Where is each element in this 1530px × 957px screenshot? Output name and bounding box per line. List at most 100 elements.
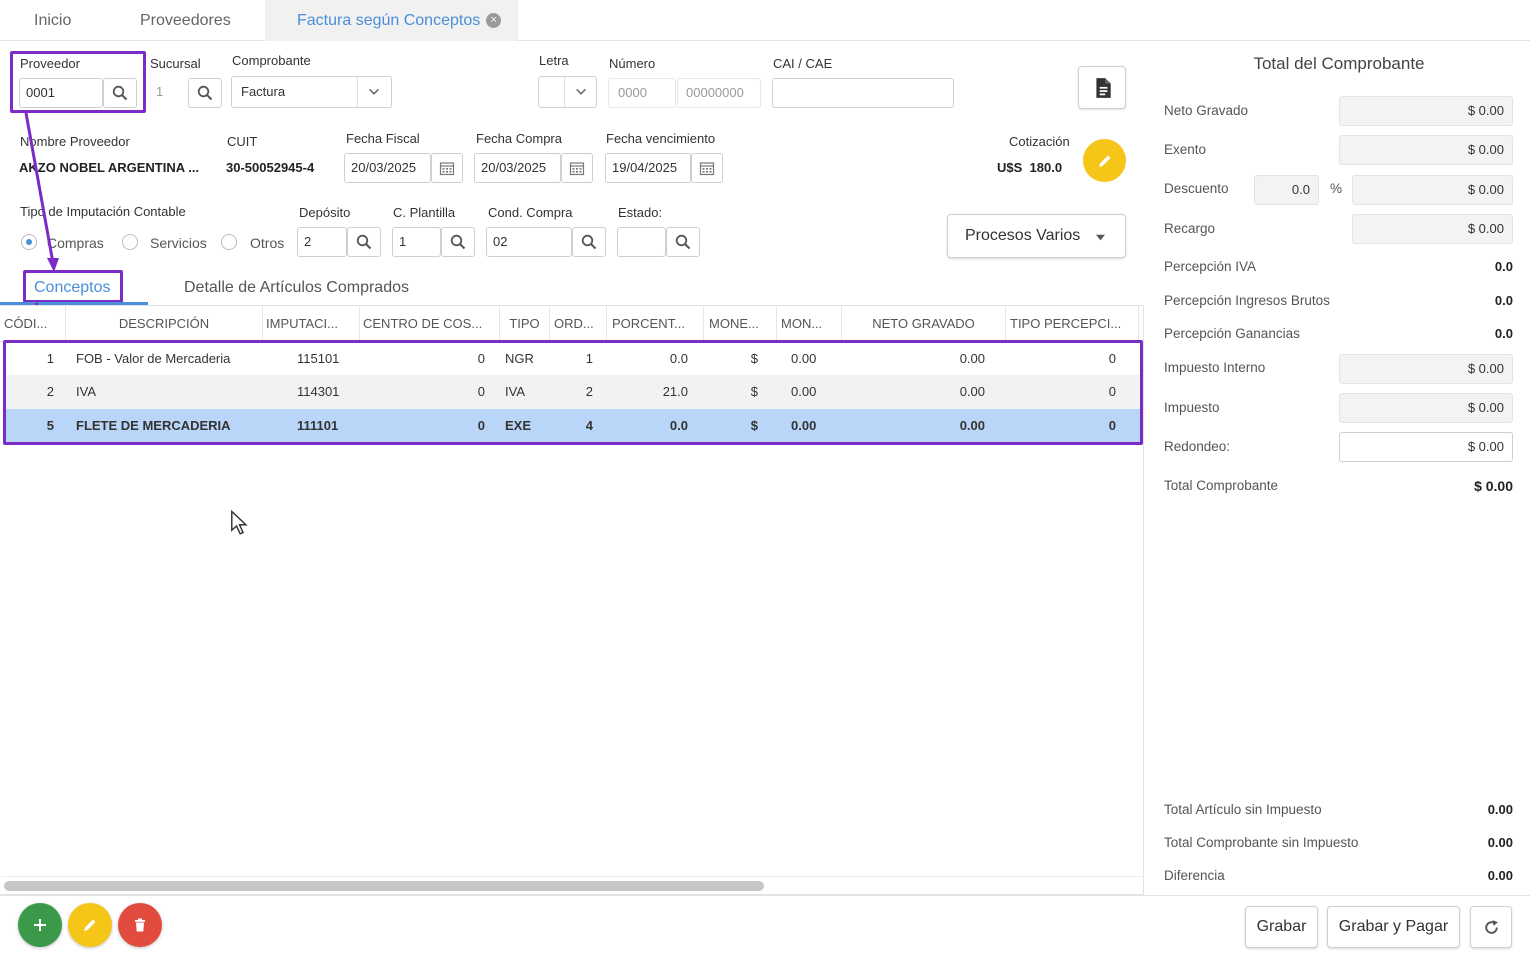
comprobante-select[interactable]: Factura xyxy=(231,76,392,108)
comprobante-label: Comprobante xyxy=(232,53,311,68)
grid-header-orden[interactable]: ORD... xyxy=(550,306,607,342)
grid-header-centro-costo[interactable]: CENTRO DE COS... xyxy=(360,306,500,342)
percepcion-iibb-label: Percepción Ingresos Brutos xyxy=(1164,293,1330,308)
grid-header-codigo[interactable]: CÓDI... xyxy=(0,306,66,342)
radio-servicios[interactable] xyxy=(122,234,138,250)
search-icon xyxy=(112,85,128,101)
tab-factura-conceptos[interactable]: Factura según Conceptos × xyxy=(265,0,518,41)
fecha-vencimiento-input[interactable]: 19/04/2025 xyxy=(605,153,691,183)
deposito-input[interactable]: 2 xyxy=(297,227,347,257)
totals-panel xyxy=(1144,41,1530,895)
numero-comprobante-input[interactable]: 00000000 xyxy=(677,78,761,108)
procesos-varios-button[interactable]: Procesos Varios xyxy=(947,214,1126,258)
plantilla-label: C. Plantilla xyxy=(393,205,456,220)
grid-horizontal-scrollbar[interactable] xyxy=(1,876,1143,894)
impuesto-field: $ 0.00 xyxy=(1339,393,1513,423)
total-comprobante-label: Total Comprobante xyxy=(1164,478,1279,493)
deposito-search-button[interactable] xyxy=(347,227,381,257)
refresh-button[interactable] xyxy=(1470,906,1512,948)
fecha-vencimiento-calendar-button[interactable] xyxy=(691,153,723,183)
sucursal-input[interactable]: 1 xyxy=(150,78,188,108)
proveedor-input[interactable]: 0001 xyxy=(19,78,103,108)
radio-otros[interactable] xyxy=(221,234,237,250)
radio-compras[interactable] xyxy=(21,234,37,250)
fecha-compra-input[interactable]: 20/03/2025 xyxy=(474,153,561,183)
total-comprobante-sin-impuesto-label: Total Comprobante sin Impuesto xyxy=(1164,835,1359,850)
grabar-y-pagar-button[interactable]: Grabar y Pagar xyxy=(1327,906,1460,948)
add-button[interactable] xyxy=(18,903,62,947)
cai-input[interactable] xyxy=(772,78,954,108)
footer-divider xyxy=(0,895,1530,896)
descuento-pct-field: 0.0 xyxy=(1254,175,1319,205)
numero-label: Número xyxy=(609,56,656,71)
impuesto-label: Impuesto xyxy=(1164,400,1220,415)
grid-header-imputacion[interactable]: IMPUTACI... xyxy=(263,306,360,342)
subtab-detalle-articulos[interactable]: Detalle de Artículos Comprados xyxy=(184,279,409,297)
edit-button[interactable] xyxy=(68,903,112,947)
diferencia-value: 0.00 xyxy=(1487,868,1513,883)
tab-inicio[interactable]: Inicio xyxy=(0,0,105,41)
percepcion-iva-label: Percepción IVA xyxy=(1164,259,1257,274)
search-icon xyxy=(581,234,597,250)
edit-cotizacion-button[interactable] xyxy=(1083,139,1126,182)
mouse-cursor-icon xyxy=(231,510,248,535)
calendar-icon xyxy=(439,162,455,176)
grid-header-monto[interactable]: MON... xyxy=(777,306,842,342)
radio-compras-label: Compras xyxy=(47,235,104,251)
fecha-fiscal-calendar-button[interactable] xyxy=(431,153,463,183)
plus-icon xyxy=(34,919,46,931)
grid-header-moneda[interactable]: MONE... xyxy=(704,306,777,342)
grid-header-tipo-percepcion[interactable]: TIPO PERCEPCI... xyxy=(1006,306,1139,342)
cond-compra-search-button[interactable] xyxy=(572,227,606,257)
descuento-label: Descuento xyxy=(1164,181,1229,196)
redondeo-input[interactable]: $ 0.00 xyxy=(1339,432,1513,462)
cond-compra-label: Cond. Compra xyxy=(488,205,573,220)
subtab-conceptos[interactable]: Conceptos xyxy=(34,279,111,297)
radio-servicios-label: Servicios xyxy=(150,235,207,251)
grid-header-descripcion[interactable]: DESCRIPCIÓN xyxy=(66,306,263,342)
estado-input[interactable] xyxy=(617,227,666,257)
cond-compra-input[interactable]: 02 xyxy=(486,227,572,257)
scrollbar-thumb[interactable] xyxy=(4,881,764,891)
fecha-fiscal-input[interactable]: 20/03/2025 xyxy=(344,153,431,183)
plantilla-search-button[interactable] xyxy=(441,227,475,257)
cuit-value: 30-50052945-4 xyxy=(226,160,315,175)
neto-gravado-field: $ 0.00 xyxy=(1339,96,1513,126)
recargo-label: Recargo xyxy=(1164,221,1216,236)
calendar-icon xyxy=(699,162,715,176)
neto-gravado-label: Neto Gravado xyxy=(1164,103,1249,118)
chevron-down-icon xyxy=(357,77,391,107)
close-tab-icon[interactable]: × xyxy=(486,13,502,29)
fecha-compra-calendar-button[interactable] xyxy=(561,153,593,183)
total-articulo-sin-impuesto-label: Total Artículo sin Impuesto xyxy=(1164,802,1322,817)
totals-title: Total del Comprobante xyxy=(1253,54,1425,73)
impuesto-interno-label: Impuesto Interno xyxy=(1164,360,1266,375)
sucursal-search-button[interactable] xyxy=(188,78,222,108)
letra-label: Letra xyxy=(539,53,569,68)
letra-select[interactable] xyxy=(538,76,597,108)
fecha-vencimiento-label: Fecha vencimiento xyxy=(606,131,716,146)
calendar-icon xyxy=(569,162,585,176)
cotizacion-value: U$S 180.0 xyxy=(997,160,1063,175)
percepcion-iva-value: 0.0 xyxy=(1494,259,1513,274)
numero-punto-venta-input[interactable]: 0000 xyxy=(608,78,676,108)
grid-header-tipo[interactable]: TIPO xyxy=(500,306,550,342)
tab-proveedores[interactable]: Proveedores xyxy=(106,0,265,41)
chevron-down-icon xyxy=(564,77,596,107)
pencil-icon xyxy=(1098,155,1110,167)
plantilla-input[interactable]: 1 xyxy=(392,227,441,257)
recargo-field: $ 0.00 xyxy=(1352,214,1513,244)
search-icon xyxy=(675,234,691,250)
grid-header-neto-gravado[interactable]: NETO GRAVADO xyxy=(842,306,1006,342)
proveedor-search-button[interactable] xyxy=(103,78,137,108)
total-comprobante-value: $ 0.00 xyxy=(1474,478,1513,494)
grid-header-porcentaje[interactable]: PORCENT... xyxy=(607,306,704,342)
estado-search-button[interactable] xyxy=(666,227,700,257)
descuento-field: $ 0.00 xyxy=(1352,175,1513,205)
grabar-button[interactable]: Grabar xyxy=(1245,906,1318,948)
fecha-fiscal-label: Fecha Fiscal xyxy=(346,131,420,146)
redondeo-label: Redondeo: xyxy=(1164,439,1231,454)
search-icon xyxy=(197,85,213,101)
delete-button[interactable] xyxy=(118,903,162,947)
document-button[interactable] xyxy=(1078,66,1126,109)
